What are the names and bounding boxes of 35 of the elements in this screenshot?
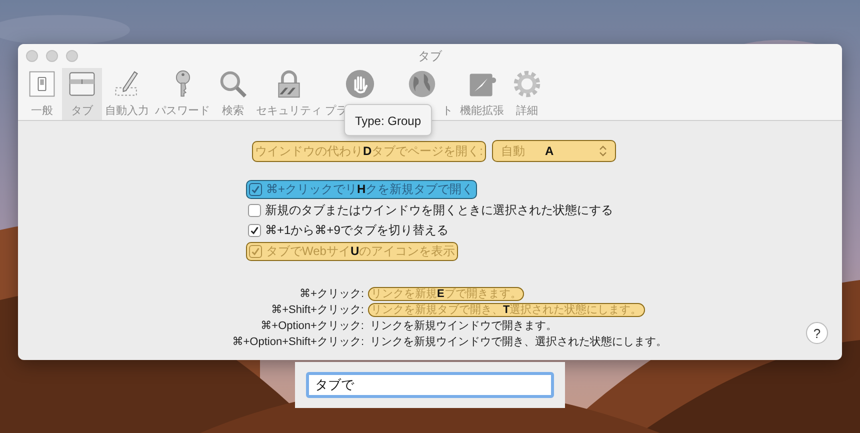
shortcut-description: リンクを新規Eブで開きます。 xyxy=(368,287,524,301)
toolbar-tab[interactable]: パスワード xyxy=(152,68,213,120)
shortcut-description: リンクを新規ウインドウで開きます。 xyxy=(369,320,558,332)
checkbox-label: ⌘+1から⌘+9でタブを切り替える xyxy=(265,222,448,239)
toolbar-tab[interactable]: 検索 xyxy=(213,68,253,120)
checkbox-label: 新規のタブまたはウインドウを開くときに選択された状態にする xyxy=(265,202,613,219)
toolbar-tab[interactable]: セキュリティ xyxy=(253,68,325,120)
search-field[interactable]: タブで xyxy=(306,372,554,398)
window-title: タブ xyxy=(417,48,443,64)
shortcut-keys: ⌘+Option+Shift+クリック: xyxy=(18,334,364,349)
globe-icon xyxy=(407,69,437,99)
checkbox[interactable] xyxy=(249,245,262,258)
tooltip: Type: Group xyxy=(344,104,432,136)
open-pages-label: ウインドウの代わり Dタブでページを開く: xyxy=(252,140,486,162)
toolbar-tab[interactable]: タブ xyxy=(62,68,102,120)
toolbar-tab[interactable]: 一般 xyxy=(22,68,62,120)
checkbox-label: ⌘+クリックでリ Hクを新規タブで開く xyxy=(266,181,474,198)
toolbar-tab[interactable]: 詳細 xyxy=(507,68,547,120)
open-pages-popup[interactable]: 自動 A xyxy=(492,140,616,162)
shortcut-keys: ⌘+Option+クリック: xyxy=(18,318,364,333)
checkbox[interactable] xyxy=(249,183,262,196)
checkbox-label: タブでWebサイ Uのアイコンを表示 xyxy=(266,243,456,260)
minimize-button[interactable] xyxy=(46,50,58,62)
toolbar-tab[interactable]: 自動入力 xyxy=(102,68,152,120)
shortcut-keys: ⌘+クリック: xyxy=(18,286,364,301)
shortcut-description: リンクを新規タブで開き、T選択された状態にします。 xyxy=(368,303,645,317)
checkbox[interactable] xyxy=(248,224,261,237)
toolbar-tab[interactable]: 機能拡張 xyxy=(457,68,507,120)
up-down-arrows-icon xyxy=(599,145,607,157)
shortcut-description: リンクを新規ウインドウで開き、選択された状態にします。 xyxy=(369,336,668,348)
checkbox[interactable] xyxy=(248,204,261,217)
help-button[interactable]: ? xyxy=(806,322,828,344)
shortcut-keys: ⌘+Shift+クリック: xyxy=(18,302,364,317)
close-button[interactable] xyxy=(26,50,38,62)
zoom-button[interactable] xyxy=(66,50,78,62)
